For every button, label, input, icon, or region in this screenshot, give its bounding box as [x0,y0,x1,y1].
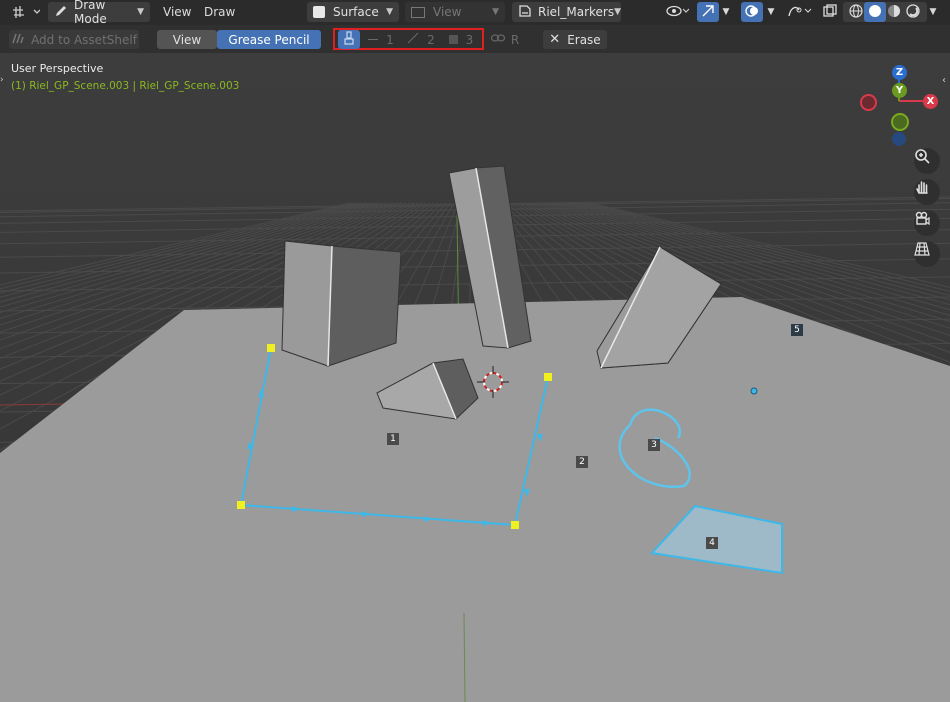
object-info: (1) Riel_GP_Scene.003 | Riel_GP_Scene.00… [11,80,240,92]
menu-draw[interactable]: Draw [204,5,235,19]
select-points-button[interactable] [338,30,360,49]
layer-label: Riel_Markers [538,5,615,19]
curve-icon [787,4,813,21]
overlay-icon [745,4,759,21]
stroke-point [544,373,552,381]
eye-icon [666,4,690,21]
ortho-toggle-button[interactable] [914,241,940,267]
editor-type-button[interactable] [10,2,42,22]
stroke-point [511,521,519,529]
select-2-label: 2 [427,32,435,47]
stroke-point [267,344,275,352]
placement-label: Surface [333,5,379,19]
gizmo-y-axis[interactable]: Y [892,83,907,98]
placement-dropdown[interactable]: Surface ▼ [307,2,399,22]
edit-lines-toggle[interactable] [785,2,815,22]
mode-dropdown[interactable]: Draw Mode ▼ [48,0,150,26]
zoom-button[interactable] [914,148,940,174]
gizmo-neg-x[interactable] [860,94,877,111]
ground-plane [0,297,950,702]
tab-grease-pencil-label: Grease Pencil [228,32,310,47]
marker-label-4: 4 [706,537,718,549]
xray-toggle[interactable] [819,2,841,22]
gizmo-toggle[interactable] [697,2,719,22]
3d-viewport[interactable]: User Perspective (1) Riel_GP_Scene.003 |… [0,53,950,702]
chevron-down-icon: ▼ [492,7,499,17]
marker-label-3: 3 [648,439,660,451]
marker-label-1: 1 [387,433,399,445]
tab-grease-pencil[interactable]: Grease Pencil [217,30,321,49]
rendered-sphere-icon [906,3,920,21]
gizmo-neg-y[interactable] [891,113,909,131]
view-dropdown-label: View [433,5,462,19]
chevron-down-icon[interactable]: ▼ [926,2,940,22]
chevron-down-icon: ▼ [137,7,144,17]
pencil-icon [54,4,68,21]
chevron-down-icon[interactable]: ▼ [719,2,733,22]
navigation-gizmo[interactable]: Z Y X [852,61,950,151]
monitor-icon [411,6,425,18]
add-to-assetshelf-label: Add to AssetShelf [31,32,137,47]
gp-point[interactable] [750,387,758,395]
select-1-label: 1 [386,32,394,47]
solid-sphere-icon [868,4,882,21]
select-3-label: 3 [465,32,474,47]
gizmo-icon [701,4,715,21]
chevron-down-icon[interactable]: ▼ [764,2,778,22]
tool-settings-bar: Add to AssetShelf View Grease Pencil 1 2… [0,25,950,54]
gizmo-z-axis[interactable]: Z [892,65,907,80]
random-label: R [510,32,520,47]
gizmo-neg-z[interactable] [892,132,906,146]
square-icon [448,35,458,44]
diagonal-line-icon [407,32,427,47]
random-toggle[interactable]: R [487,30,523,49]
add-to-assetshelf-button[interactable]: Add to AssetShelf [9,30,139,49]
tab-view-label: View [172,32,202,47]
overlay-toggle[interactable] [741,2,763,22]
visibility-toggle[interactable] [663,2,693,22]
layer-icon [518,4,532,21]
xray-icon [823,3,837,21]
view-dropdown[interactable]: View ▼ [405,2,505,22]
mode-label: Draw Mode [74,0,107,26]
stroke-point [237,501,245,509]
shading-rendered-button[interactable] [902,2,924,22]
line-icon [368,39,379,40]
erase-label: Erase [567,32,601,47]
gizmo-x-axis[interactable]: X [923,94,938,109]
wireframe-sphere-icon [849,3,863,21]
chevron-down-icon: ▼ [386,7,393,17]
viewport-header: Draw Mode ▼ View Draw Surface ▼ View ▼ R… [0,0,950,26]
toolbar-expand-left[interactable]: › [0,75,6,87]
select-stroke-1-button[interactable]: 1 [362,30,400,49]
brush-points-icon [342,31,356,48]
box-left [281,240,402,367]
pan-button[interactable] [914,179,940,205]
camera-view-button[interactable] [914,210,940,236]
scene-canvas[interactable] [0,53,950,702]
link-icon [490,32,505,47]
close-icon: ✕ [549,32,561,47]
layer-dropdown[interactable]: Riel_Markers ▼ [512,2,621,22]
marker-label-5: 5 [791,324,803,336]
chevron-down-icon: ▼ [614,7,622,17]
surface-icon [313,6,325,18]
perspective-label: User Perspective [11,62,104,75]
tab-view[interactable]: View [157,30,217,49]
select-segment-3-button[interactable]: 3 [442,30,480,49]
erase-button[interactable]: ✕ Erase [543,30,607,49]
select-stroke-2-button[interactable]: 2 [402,30,440,49]
brush-icon [11,31,25,48]
sidebar-expand-right[interactable]: ‹ [942,75,950,87]
menu-view[interactable]: View [163,5,191,19]
material-sphere-icon [887,4,901,21]
marker-label-2: 2 [576,456,588,468]
